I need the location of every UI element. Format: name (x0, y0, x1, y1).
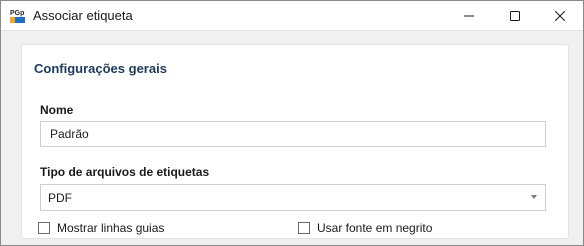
usar-fonte-negrito-checkbox[interactable] (298, 222, 310, 234)
minimize-icon (464, 15, 474, 16)
section-title: Configurações gerais (34, 61, 167, 76)
mostrar-linhas-guias-checkbox-row[interactable]: Mostrar linhas guias (38, 221, 164, 235)
chevron-down-icon (531, 195, 537, 199)
maximize-icon (510, 10, 520, 21)
mostrar-linhas-guias-checkbox[interactable] (38, 222, 50, 234)
tipo-select-value: PDF (48, 191, 72, 205)
nome-label: Nome (40, 103, 74, 117)
tipo-label: Tipo de arquivos de etiquetas (40, 165, 210, 179)
nome-input[interactable] (40, 121, 546, 147)
maximize-button[interactable] (492, 1, 538, 30)
mostrar-linhas-guias-label[interactable]: Mostrar linhas guias (57, 221, 164, 235)
usar-fonte-negrito-checkbox-row[interactable]: Usar fonte em negrito (298, 221, 432, 235)
close-icon (555, 10, 565, 21)
title-bar[interactable]: PGp Associar etiqueta (1, 1, 583, 31)
tipo-select[interactable]: PDF (40, 184, 546, 211)
dialog-window: PGp Associar etiqueta Configurações gera… (0, 0, 584, 246)
app-logo-icon: PGp (9, 7, 26, 24)
window-title: Associar etiqueta (33, 8, 133, 23)
close-button[interactable] (537, 1, 583, 30)
general-settings-panel: Configurações gerais Nome Tipo de arquiv… (21, 44, 569, 239)
minimize-button[interactable] (446, 1, 492, 30)
svg-text:PGp: PGp (10, 10, 24, 17)
dialog-content: Configurações gerais Nome Tipo de arquiv… (1, 31, 583, 245)
usar-fonte-negrito-label[interactable]: Usar fonte em negrito (317, 221, 432, 235)
